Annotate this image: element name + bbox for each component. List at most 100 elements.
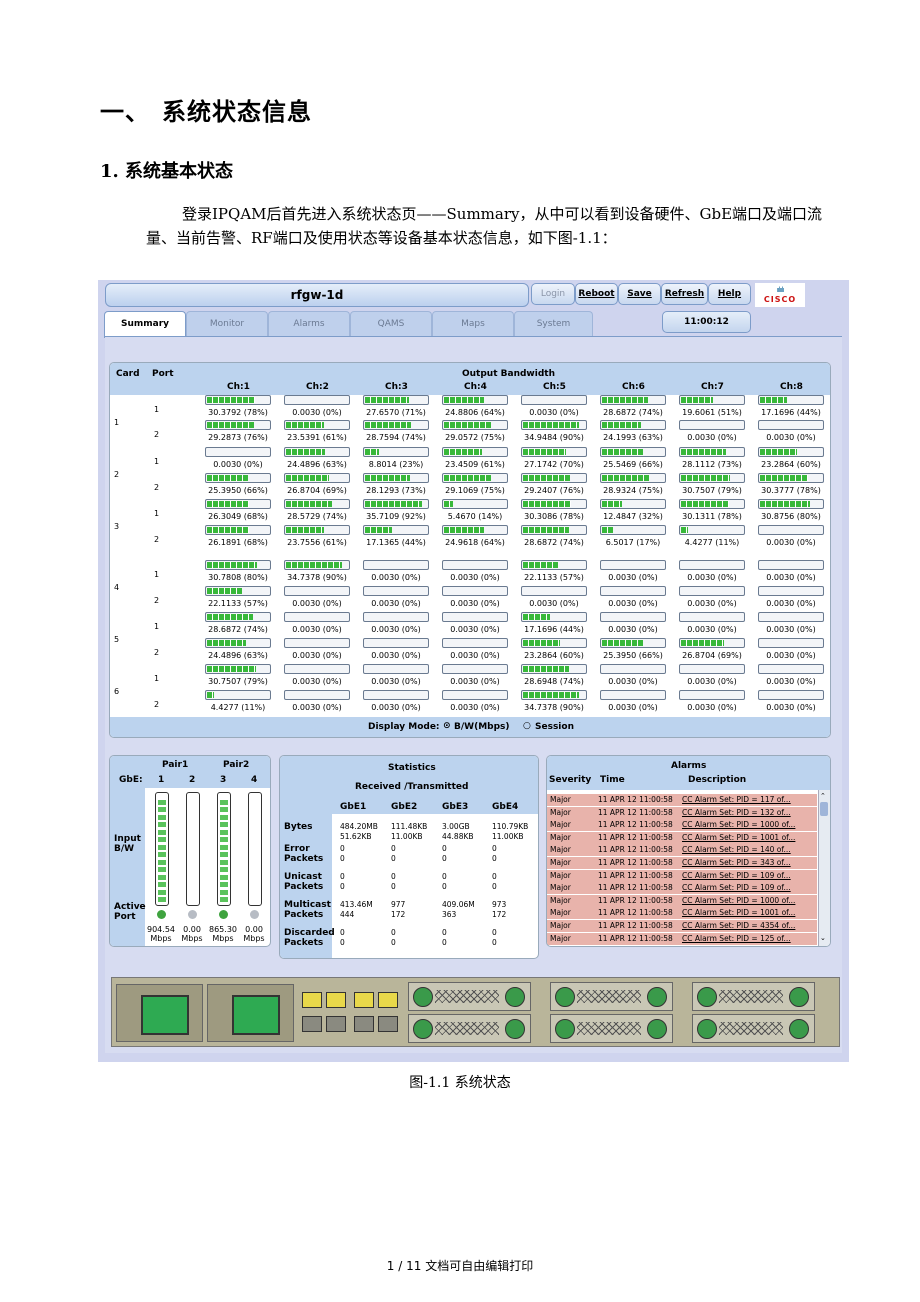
scroll-thumb[interactable] xyxy=(820,802,828,816)
channel-cell: 0.0030 (0%) xyxy=(363,612,429,634)
mode-bw-label[interactable]: B/W(Mbps) xyxy=(454,722,510,732)
bandwidth-bar xyxy=(442,420,508,430)
channel-cell: 0.0030 (0%) xyxy=(758,612,824,634)
meter-segment xyxy=(158,829,166,835)
vent-pattern xyxy=(577,1022,641,1035)
scroll-up-icon[interactable]: ⌃ xyxy=(820,792,826,800)
tab-summary[interactable]: Summary xyxy=(104,311,186,338)
bandwidth-bar-fill xyxy=(681,527,688,533)
alarm-description-link[interactable]: CC Alarm Set: PID = 4354 of... xyxy=(682,920,795,932)
bandwidth-bar xyxy=(600,447,666,457)
channel-cell: 34.7378 (90%) xyxy=(284,560,350,582)
tab-system[interactable]: System xyxy=(514,311,593,336)
bandwidth-bar-fill xyxy=(286,422,324,428)
alarm-row[interactable]: Major 11 APR 12 11:00:58 CC Alarm Set: PID… xyxy=(547,920,817,932)
tab-monitor[interactable]: Monitor xyxy=(186,311,268,336)
alarm-row[interactable]: Major 11 APR 12 11:00:58 CC Alarm Set: PID… xyxy=(547,831,817,844)
channel-cell: 0.0030 (0%) xyxy=(205,447,271,469)
alarm-severity: Major xyxy=(550,933,571,943)
channel-header: Ch:7 xyxy=(701,382,724,392)
alarm-description-link[interactable]: CC Alarm Set: PID = 125 of... xyxy=(682,933,791,945)
port-label: 2 xyxy=(154,430,160,439)
bandwidth-bar-fill xyxy=(365,397,410,403)
channel-cell: 29.0572 (75%) xyxy=(442,420,508,442)
alarm-row[interactable]: Major 11 APR 12 11:00:58 CC Alarm Set: PID… xyxy=(547,844,817,857)
alarm-row[interactable]: Major 11 APR 12 11:00:58 CC Alarm Set: PID… xyxy=(547,857,817,869)
alarm-row[interactable]: Major 11 APR 12 11:00:58 CC Alarm Set: PID… xyxy=(547,794,817,806)
alarm-description-link[interactable]: CC Alarm Set: PID = 117 of... xyxy=(682,794,791,806)
channel-cell: 30.7507 (79%) xyxy=(205,664,271,686)
bandwidth-bar xyxy=(600,690,666,700)
bandwidth-bar xyxy=(758,420,824,430)
power-supply-2 xyxy=(207,984,294,1042)
alarms-scrollbar[interactable]: ⌃ ⌄ xyxy=(818,790,830,946)
channel-cell: 0.0030 (0%) xyxy=(679,560,745,582)
reboot-button[interactable]: Reboot xyxy=(575,283,618,305)
bandwidth-value: 0.0030 (0%) xyxy=(371,573,421,582)
alarm-description-link[interactable]: CC Alarm Set: PID = 132 of... xyxy=(682,807,791,819)
bandwidth-bar xyxy=(442,395,508,405)
alarm-description-link[interactable]: CC Alarm Set: PID = 1000 of... xyxy=(682,819,795,831)
alarm-row[interactable]: Major 11 APR 12 11:00:58 CC Alarm Set: PID… xyxy=(547,882,817,895)
bandwidth-bar-fill xyxy=(444,449,482,455)
alarm-time: 11 APR 12 11:00:58 xyxy=(598,933,673,943)
save-button[interactable]: Save xyxy=(618,283,661,305)
alarm-row[interactable]: Major 11 APR 12 11:00:58 CC Alarm Set: PID… xyxy=(547,894,817,907)
tab-alarms[interactable]: Alarms xyxy=(268,311,350,336)
channel-cell: 24.1993 (63%) xyxy=(600,420,666,442)
alarm-row[interactable]: Major 11 APR 12 11:00:58 CC Alarm Set: PID… xyxy=(547,819,817,832)
scroll-down-icon[interactable]: ⌄ xyxy=(820,934,826,942)
bandwidth-bar-fill xyxy=(207,588,243,594)
bandwidth-value: 0.0030 (0%) xyxy=(292,625,342,634)
radio-bw-icon[interactable]: ⊙ xyxy=(443,721,451,731)
bandwidth-bar xyxy=(679,525,745,535)
bandwidth-bar xyxy=(284,664,350,674)
bandwidth-bar-fill xyxy=(365,501,423,507)
bandwidth-value: 0.0030 (0%) xyxy=(450,703,500,712)
mode-session-label[interactable]: Session xyxy=(535,722,574,732)
channel-cell: 27.6570 (71%) xyxy=(363,395,429,417)
tab-qams[interactable]: QAMS xyxy=(350,311,432,336)
bandwidth-bar xyxy=(758,690,824,700)
alarm-row[interactable]: Major 11 APR 12 11:00:58 CC Alarm Set: PID… xyxy=(547,806,817,819)
alarm-description-link[interactable]: CC Alarm Set: PID = 109 of... xyxy=(682,882,791,894)
alarm-description-link[interactable]: CC Alarm Set: PID = 343 of... xyxy=(682,857,791,869)
alarm-description-link[interactable]: CC Alarm Set: PID = 109 of... xyxy=(682,870,791,882)
meter-segment xyxy=(220,897,228,902)
bandwidth-bar xyxy=(600,473,666,483)
channel-cell: 0.0030 (0%) xyxy=(284,586,350,608)
tab-maps[interactable]: Maps xyxy=(432,311,514,336)
refresh-button[interactable]: Refresh xyxy=(661,283,708,305)
output-bandwidth-panel: Card Port Output Bandwidth Ch:1 Ch:2 Ch:3 C… xyxy=(109,362,831,738)
channel-cell: 22.1133 (57%) xyxy=(205,586,271,608)
channel-cell: 0.0030 (0%) xyxy=(363,690,429,712)
help-button[interactable]: Help xyxy=(708,283,751,305)
alarm-description-link[interactable]: CC Alarm Set: PID = 1001 of... xyxy=(682,907,795,919)
bandwidth-bar xyxy=(205,586,271,596)
alarm-description-link[interactable]: CC Alarm Set: PID = 1000 of... xyxy=(682,895,795,907)
alarm-description-link[interactable]: CC Alarm Set: PID = 1001 of... xyxy=(682,832,795,844)
meter-segment xyxy=(158,897,166,902)
channel-cell: 0.0030 (0%) xyxy=(284,395,350,417)
bandwidth-value: 0.0030 (0%) xyxy=(608,599,658,608)
alarm-description-link[interactable]: CC Alarm Set: PID = 140 of... xyxy=(682,844,791,856)
login-button[interactable]: Login xyxy=(531,283,575,305)
channel-cell: 0.0030 (0%) xyxy=(679,664,745,686)
bandwidth-bar xyxy=(284,638,350,648)
bandwidth-value: 26.8704 (69%) xyxy=(682,651,742,660)
channel-cell: 23.2864 (60%) xyxy=(521,638,587,660)
bandwidth-value: 0.0030 (0%) xyxy=(687,433,737,442)
meter-segment xyxy=(158,837,166,842)
stats-value: 0 0 xyxy=(442,872,447,891)
bandwidth-value: 25.3950 (66%) xyxy=(208,486,268,495)
channel-cell: 0.0030 (0%) xyxy=(442,690,508,712)
port-rate: 865.30 Mbps xyxy=(209,925,237,943)
bandwidth-bar xyxy=(600,612,666,622)
bandwidth-bar xyxy=(205,560,271,570)
radio-session-icon[interactable]: ○ xyxy=(523,721,531,731)
alarm-time: 11 APR 12 11:00:58 xyxy=(598,820,673,830)
alarm-row[interactable]: Major 11 APR 12 11:00:58 CC Alarm Set: PID… xyxy=(547,869,817,882)
bandwidth-value: 24.1993 (63%) xyxy=(603,433,663,442)
alarm-row[interactable]: Major 11 APR 12 11:00:58 CC Alarm Set: PID… xyxy=(547,907,817,920)
alarm-row[interactable]: Major 11 APR 12 11:00:58 CC Alarm Set: PID… xyxy=(547,932,817,945)
